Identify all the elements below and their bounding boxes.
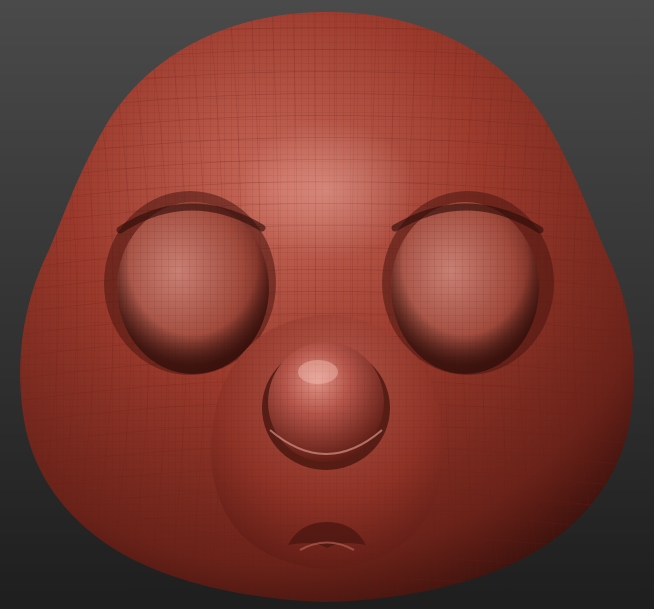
sculpt-viewport[interactable] — [0, 0, 654, 609]
right-eye-socket — [382, 191, 554, 375]
sculpt-canvas[interactable] — [0, 0, 654, 609]
